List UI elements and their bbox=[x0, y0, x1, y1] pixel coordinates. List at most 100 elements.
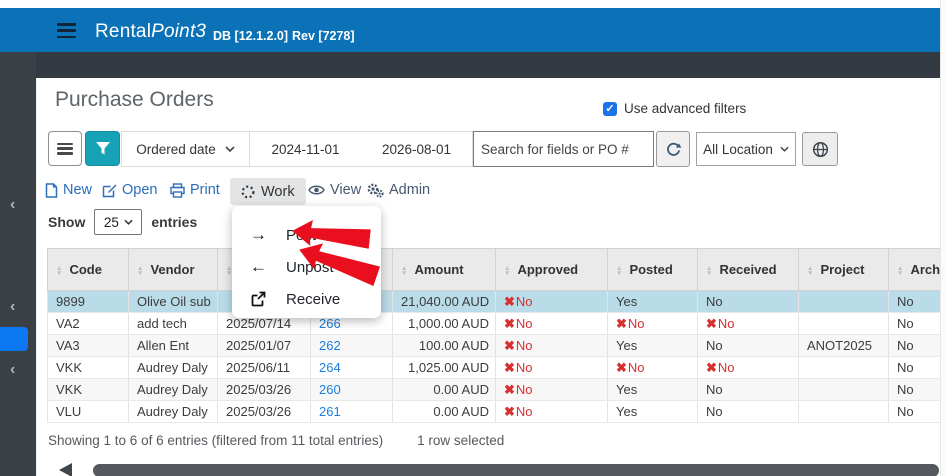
column-header[interactable]: ▲ ▼ Received bbox=[697, 248, 799, 291]
toolbar-item-label: Print bbox=[190, 182, 220, 198]
sidebar-collapse-icon[interactable]: ‹ bbox=[10, 197, 15, 213]
column-header[interactable]: ▲ ▼ Project bbox=[798, 248, 889, 291]
cell-po-link[interactable]: 261 bbox=[310, 400, 393, 423]
cell-po-link[interactable]: 262 bbox=[310, 334, 393, 357]
sort-icon: ▲▼ bbox=[616, 264, 623, 277]
table-footer: Showing 1 to 6 of 6 entries (filtered fr… bbox=[48, 433, 504, 448]
table-row[interactable]: VA3 Allen Ent 2025/01/07 262 100.00 AUD ✖No Ye… bbox=[47, 334, 946, 357]
app-revision: Rev [7278] bbox=[292, 29, 355, 43]
refresh-button[interactable] bbox=[656, 131, 690, 167]
cell-received: ✖No bbox=[697, 312, 799, 335]
table-row[interactable]: VKK Audrey Daly 2025/06/11 264 1,025.00 AUD ✖… bbox=[47, 356, 946, 379]
sort-icon: ▲▼ bbox=[706, 264, 713, 277]
cell-archived: No bbox=[888, 334, 946, 357]
globe-button[interactable] bbox=[802, 132, 838, 166]
cell-archived: No bbox=[888, 290, 946, 313]
cell-date: 2025/06/11 bbox=[217, 356, 311, 379]
brand-prefix: Rental bbox=[95, 21, 152, 42]
cell-amount: 100.00 AUD bbox=[392, 334, 496, 357]
date-from-input[interactable]: 2024-11-01 bbox=[250, 132, 361, 166]
checkbox-checked-icon[interactable]: ✓ bbox=[603, 101, 617, 116]
column-header[interactable]: ▲ ▼ Vendor bbox=[128, 248, 218, 291]
sidebar-collapse-icon[interactable]: ‹ bbox=[10, 362, 15, 378]
column-header[interactable]: ▲ ▼ Approved bbox=[495, 248, 608, 291]
search-input[interactable] bbox=[473, 131, 654, 167]
table-row[interactable]: 9899 Olive Oil sub 21,040.00 AUD ✖No Yes No No bbox=[47, 290, 946, 313]
toolbar-item-new[interactable]: New bbox=[45, 182, 92, 198]
column-header[interactable]: ▲ ▼ Amount bbox=[392, 248, 496, 291]
column-header-label: Project bbox=[820, 262, 865, 277]
edit-icon bbox=[102, 184, 117, 197]
cell-archived: No bbox=[888, 356, 946, 379]
cell-posted: ✖No bbox=[607, 312, 698, 335]
table-menu-button[interactable] bbox=[48, 131, 82, 166]
page-length-select[interactable]: 25 bbox=[94, 209, 143, 235]
toolbar-item-label: View bbox=[330, 182, 362, 198]
toolbar-item-label: Work bbox=[261, 183, 295, 200]
toolbar-item-open[interactable]: Open bbox=[102, 182, 157, 198]
selection-status: 1 row selected bbox=[417, 433, 505, 448]
column-header[interactable]: ▲ ▼ Archi bbox=[888, 248, 946, 291]
file-icon bbox=[45, 182, 58, 198]
cell-archived: No bbox=[888, 312, 946, 335]
cell-po-link[interactable]: 260 bbox=[310, 378, 393, 401]
cell-date: 2025/03/26 bbox=[217, 378, 311, 401]
cell-vendor: Audrey Daly bbox=[128, 400, 218, 423]
funnel-icon bbox=[95, 142, 110, 155]
sidebar-collapse-icon[interactable]: ‹ bbox=[10, 299, 15, 315]
vertical-scrollbar-track[interactable] bbox=[940, 0, 946, 476]
x-mark-icon: ✖ bbox=[706, 315, 717, 331]
table-row[interactable]: VLU Audrey Daly 2025/03/26 261 0.00 AUD ✖No Ye… bbox=[47, 400, 946, 423]
column-header-label: Posted bbox=[629, 262, 673, 277]
entries-summary: Showing 1 to 6 of 6 entries (filtered fr… bbox=[48, 433, 384, 448]
purchase-orders-table: ▲▼ Code ▲▼ Vendor ▲▼ ▲▼ ▲▼ Amount ▲▼ Approved ▲▼ Po… bbox=[47, 248, 946, 423]
cell-approved: ✖No bbox=[495, 378, 608, 401]
date-field-select[interactable]: Ordered date bbox=[122, 132, 250, 166]
app-menu-icon[interactable] bbox=[57, 23, 76, 38]
cell-posted: Yes bbox=[607, 378, 698, 401]
globe-icon bbox=[812, 141, 828, 157]
advanced-filters-toggle[interactable]: ✓ Use advanced filters bbox=[603, 101, 746, 116]
horizontal-scrollbar-thumb[interactable] bbox=[93, 464, 939, 476]
menu-item-label: Post bbox=[286, 226, 317, 244]
page-length-value: 25 bbox=[103, 214, 119, 230]
cell-po-link[interactable]: 264 bbox=[310, 356, 393, 379]
location-select[interactable]: All Location bbox=[696, 132, 796, 166]
menu-item-post[interactable]: → Post bbox=[232, 219, 381, 251]
toolbar-item-work[interactable]: Work bbox=[230, 178, 306, 205]
column-header-label: Received bbox=[719, 262, 777, 277]
menu-item-receive[interactable]: Receive bbox=[232, 283, 381, 315]
cell-posted: Yes bbox=[607, 400, 698, 423]
toolbar-item-admin[interactable]: Admin bbox=[367, 182, 430, 198]
cell-vendor: Audrey Daly bbox=[128, 356, 218, 379]
toolbar-item-print[interactable]: Print bbox=[170, 182, 220, 198]
toolbar-item-label: Open bbox=[122, 182, 158, 198]
cell-archived: No bbox=[888, 400, 946, 423]
table-row[interactable]: VA2 add tech 2025/07/14 266 1,000.00 AUD ✖No ✖… bbox=[47, 312, 946, 335]
x-mark-icon: ✖ bbox=[504, 293, 515, 309]
cell-approved: ✖No bbox=[495, 356, 608, 379]
cell-received: ✖No bbox=[697, 356, 799, 379]
sidebar-active-item[interactable] bbox=[0, 327, 28, 351]
column-header[interactable]: ▲ ▼ Posted bbox=[607, 248, 698, 291]
sort-icon: ▲▼ bbox=[137, 264, 144, 277]
left-sidebar: ‹ ‹ ‹ bbox=[0, 52, 36, 476]
cell-approved: ✖No bbox=[495, 334, 608, 357]
date-to-input[interactable]: 2026-08-01 bbox=[361, 132, 472, 166]
filter-button[interactable] bbox=[85, 131, 120, 166]
x-mark-icon: ✖ bbox=[616, 315, 627, 331]
cell-posted: Yes bbox=[607, 334, 698, 357]
cell-project bbox=[798, 290, 889, 313]
menu-item-unpost[interactable]: ← Unpost bbox=[232, 251, 381, 283]
x-mark-icon: ✖ bbox=[616, 359, 627, 375]
toolbar-item-view[interactable]: View bbox=[308, 182, 361, 198]
po-table-body: 9899 Olive Oil sub 21,040.00 AUD ✖No Yes No No… bbox=[47, 290, 946, 423]
column-header[interactable]: ▲ ▼ Code bbox=[47, 248, 129, 291]
cell-vendor: Allen Ent bbox=[128, 334, 218, 357]
scroll-left-arrow-icon[interactable] bbox=[59, 463, 72, 476]
arrow-left-icon: ← bbox=[250, 257, 267, 276]
length-menu: Show 25 entries bbox=[48, 209, 197, 235]
table-row[interactable]: VKK Audrey Daly 2025/03/26 260 0.00 AUD ✖No Ye… bbox=[47, 378, 946, 401]
x-mark-icon: ✖ bbox=[504, 359, 515, 375]
cell-received: No bbox=[697, 334, 799, 357]
